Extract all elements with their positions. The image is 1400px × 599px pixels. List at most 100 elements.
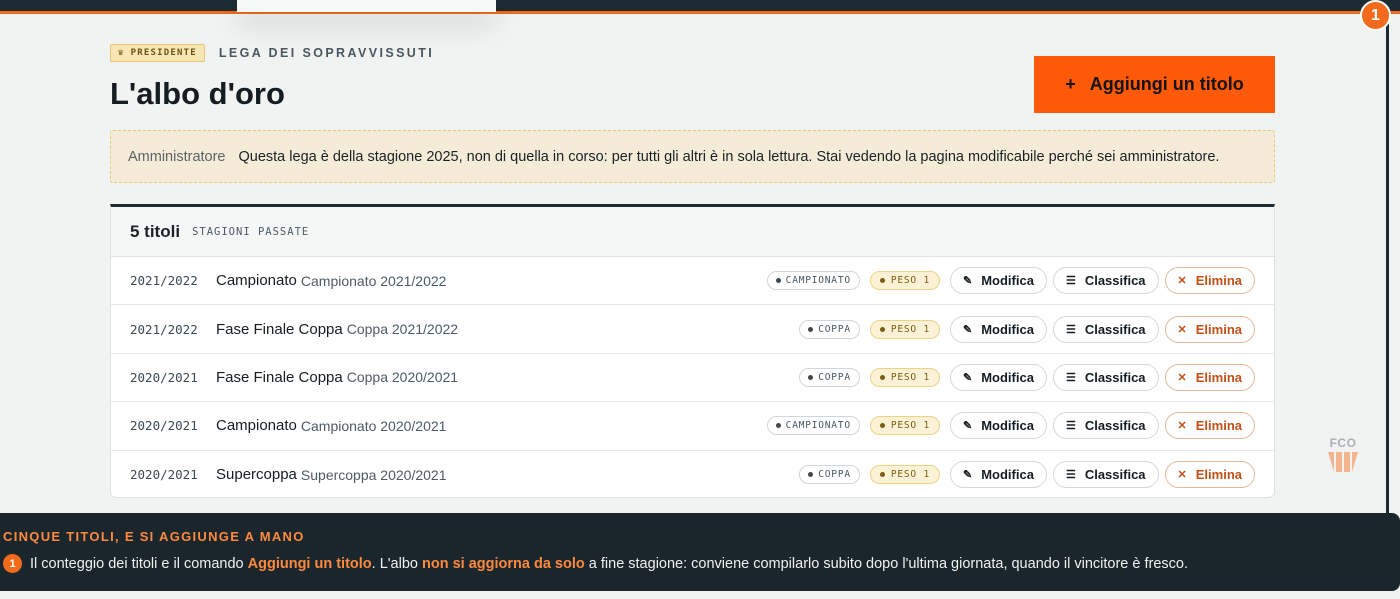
list-icon: ☰ bbox=[1065, 469, 1076, 482]
tour-text-2: . L'albo bbox=[371, 555, 418, 572]
standings-label: Classifica bbox=[1084, 321, 1146, 337]
add-title-button[interactable]: + Aggiungi un titolo bbox=[1034, 56, 1275, 113]
type-tag: CAMPIONATO bbox=[766, 271, 860, 291]
row-competition: Campionato bbox=[216, 417, 297, 435]
weight-tag: PESO 1 bbox=[869, 319, 940, 339]
admin-notice: Amministratore Questa lega è della stagi… bbox=[110, 130, 1275, 183]
tour-highlight-2: non si aggiorna da solo bbox=[422, 555, 585, 572]
table-row: 2020/2021 Campionato Campionato 2020/202… bbox=[111, 402, 1274, 451]
weight-tag: PESO 1 bbox=[869, 416, 940, 436]
add-title-label: Aggiungi un titolo bbox=[1089, 74, 1244, 94]
row-season: 2021/2022 bbox=[130, 321, 198, 337]
dot-icon bbox=[879, 326, 885, 332]
edit-button[interactable]: ✎ Modifica bbox=[950, 315, 1047, 343]
edit-label: Modifica bbox=[981, 321, 1034, 337]
edit-button[interactable]: ✎ Modifica bbox=[950, 461, 1047, 489]
titles-count: 5 titoli bbox=[130, 221, 181, 241]
dot-icon bbox=[808, 374, 814, 380]
type-tag-label: COPPA bbox=[818, 469, 851, 481]
standings-label: Classifica bbox=[1084, 467, 1146, 483]
trash-icon: ✕ bbox=[1177, 469, 1187, 482]
row-actions: CAMPIONATO PESO 1 ✎ Modifica ☰ Classifica … bbox=[766, 257, 1255, 304]
page-eyebrow: ♛ PRESIDENTE LEGA DEI SOPRAVVISSUTI bbox=[110, 44, 434, 62]
standings-label: Classifica bbox=[1084, 369, 1146, 385]
notice-text: Questa lega è della stagione 2025, non d… bbox=[238, 148, 1220, 165]
weight-tag-label: PESO 1 bbox=[890, 275, 930, 287]
tour-highlight-1: Aggiungi un titolo bbox=[247, 555, 372, 572]
trash-icon: ✕ bbox=[1177, 323, 1187, 336]
tour-body: 1 Il conteggio dei titoli e il comando A… bbox=[3, 554, 1188, 573]
shield-stripes-icon bbox=[1328, 452, 1358, 472]
titles-card-header: 5 titoli STAGIONI PASSATE bbox=[111, 207, 1274, 257]
tour-text-3: a fine stagione: conviene compilarlo sub… bbox=[588, 555, 1189, 572]
pencil-icon: ✎ bbox=[963, 420, 973, 433]
dot-icon bbox=[808, 326, 814, 332]
trash-icon: ✕ bbox=[1177, 371, 1187, 384]
dot-icon bbox=[879, 278, 885, 284]
type-tag: COPPA bbox=[799, 465, 860, 485]
standings-button[interactable]: ☰ Classifica bbox=[1052, 267, 1159, 295]
standings-button[interactable]: ☰ Classifica bbox=[1052, 363, 1159, 391]
plus-icon: + bbox=[1065, 74, 1076, 94]
trash-icon: ✕ bbox=[1177, 275, 1187, 288]
delete-button[interactable]: ✕ Elimina bbox=[1164, 412, 1255, 440]
delete-label: Elimina bbox=[1195, 369, 1242, 385]
weight-tag: PESO 1 bbox=[869, 367, 940, 387]
pencil-icon: ✎ bbox=[963, 469, 973, 482]
tour-step-marker[interactable]: 1 bbox=[1360, 0, 1391, 31]
fco-logo: FCO bbox=[1326, 436, 1360, 478]
weight-tag-label: PESO 1 bbox=[890, 371, 930, 383]
standings-button[interactable]: ☰ Classifica bbox=[1052, 412, 1159, 440]
delete-label: Elimina bbox=[1195, 321, 1242, 337]
row-competition-detail: Coppa 2020/2021 bbox=[346, 369, 459, 386]
type-tag-label: COPPA bbox=[818, 323, 851, 335]
delete-button[interactable]: ✕ Elimina bbox=[1164, 461, 1255, 489]
type-tag: CAMPIONATO bbox=[766, 416, 860, 436]
delete-label: Elimina bbox=[1195, 418, 1242, 434]
top-bar-highlight-tab bbox=[237, 0, 496, 12]
row-season: 2020/2021 bbox=[130, 467, 198, 483]
dot-icon bbox=[879, 423, 885, 429]
right-rail bbox=[1386, 14, 1389, 514]
weight-tag: PESO 1 bbox=[869, 271, 940, 291]
pencil-icon: ✎ bbox=[963, 323, 973, 336]
titles-card: 5 titoli STAGIONI PASSATE 2021/2022 Camp… bbox=[110, 204, 1275, 498]
table-row: 2021/2022 Fase Finale Coppa Coppa 2021/2… bbox=[111, 305, 1274, 354]
standings-button[interactable]: ☰ Classifica bbox=[1052, 461, 1159, 489]
type-tag: COPPA bbox=[799, 367, 860, 387]
standings-button[interactable]: ☰ Classifica bbox=[1052, 315, 1159, 343]
row-season: 2020/2021 bbox=[130, 369, 198, 385]
row-competition-detail: Supercoppa 2020/2021 bbox=[300, 466, 447, 483]
table-row: 2021/2022 Campionato Campionato 2021/202… bbox=[111, 257, 1274, 306]
row-actions: COPPA PESO 1 ✎ Modifica ☰ Classifica ✕ Elim… bbox=[799, 305, 1255, 352]
list-icon: ☰ bbox=[1065, 420, 1076, 433]
table-row: 2020/2021 Supercoppa Supercoppa 2020/202… bbox=[111, 451, 1274, 499]
delete-button[interactable]: ✕ Elimina bbox=[1164, 315, 1255, 343]
type-tag-label: COPPA bbox=[818, 371, 851, 383]
row-actions: COPPA PESO 1 ✎ Modifica ☰ Classifica ✕ Elim… bbox=[799, 451, 1255, 499]
pencil-icon: ✎ bbox=[963, 371, 973, 384]
weight-tag-label: PESO 1 bbox=[890, 469, 930, 481]
edit-label: Modifica bbox=[981, 369, 1034, 385]
list-icon: ☰ bbox=[1065, 323, 1076, 336]
logo-text: FCO bbox=[1329, 436, 1357, 450]
crown-icon: ♛ bbox=[118, 48, 125, 58]
top-bar bbox=[0, 0, 1400, 14]
edit-button[interactable]: ✎ Modifica bbox=[950, 412, 1047, 440]
row-competition-detail: Campionato 2021/2022 bbox=[300, 272, 447, 289]
delete-button[interactable]: ✕ Elimina bbox=[1164, 267, 1255, 295]
row-competition: Fase Finale Coppa bbox=[216, 368, 343, 386]
edit-label: Modifica bbox=[981, 273, 1034, 289]
table-row: 2020/2021 Fase Finale Coppa Coppa 2020/2… bbox=[111, 354, 1274, 403]
tour-title: CINQUE TITOLI, E SI AGGIUNGE A MANO bbox=[3, 529, 305, 544]
edit-button[interactable]: ✎ Modifica bbox=[950, 267, 1047, 295]
pencil-icon: ✎ bbox=[963, 275, 973, 288]
weight-tag-label: PESO 1 bbox=[890, 323, 930, 335]
row-competition: Fase Finale Coppa bbox=[216, 320, 343, 338]
row-competition: Supercoppa bbox=[216, 466, 297, 484]
edit-button[interactable]: ✎ Modifica bbox=[950, 363, 1047, 391]
tour-tooltip: CINQUE TITOLI, E SI AGGIUNGE A MANO 1 Il… bbox=[0, 513, 1400, 591]
league-name: LEGA DEI SOPRAVVISSUTI bbox=[218, 46, 435, 60]
row-season: 2020/2021 bbox=[130, 418, 198, 434]
delete-button[interactable]: ✕ Elimina bbox=[1164, 363, 1255, 391]
